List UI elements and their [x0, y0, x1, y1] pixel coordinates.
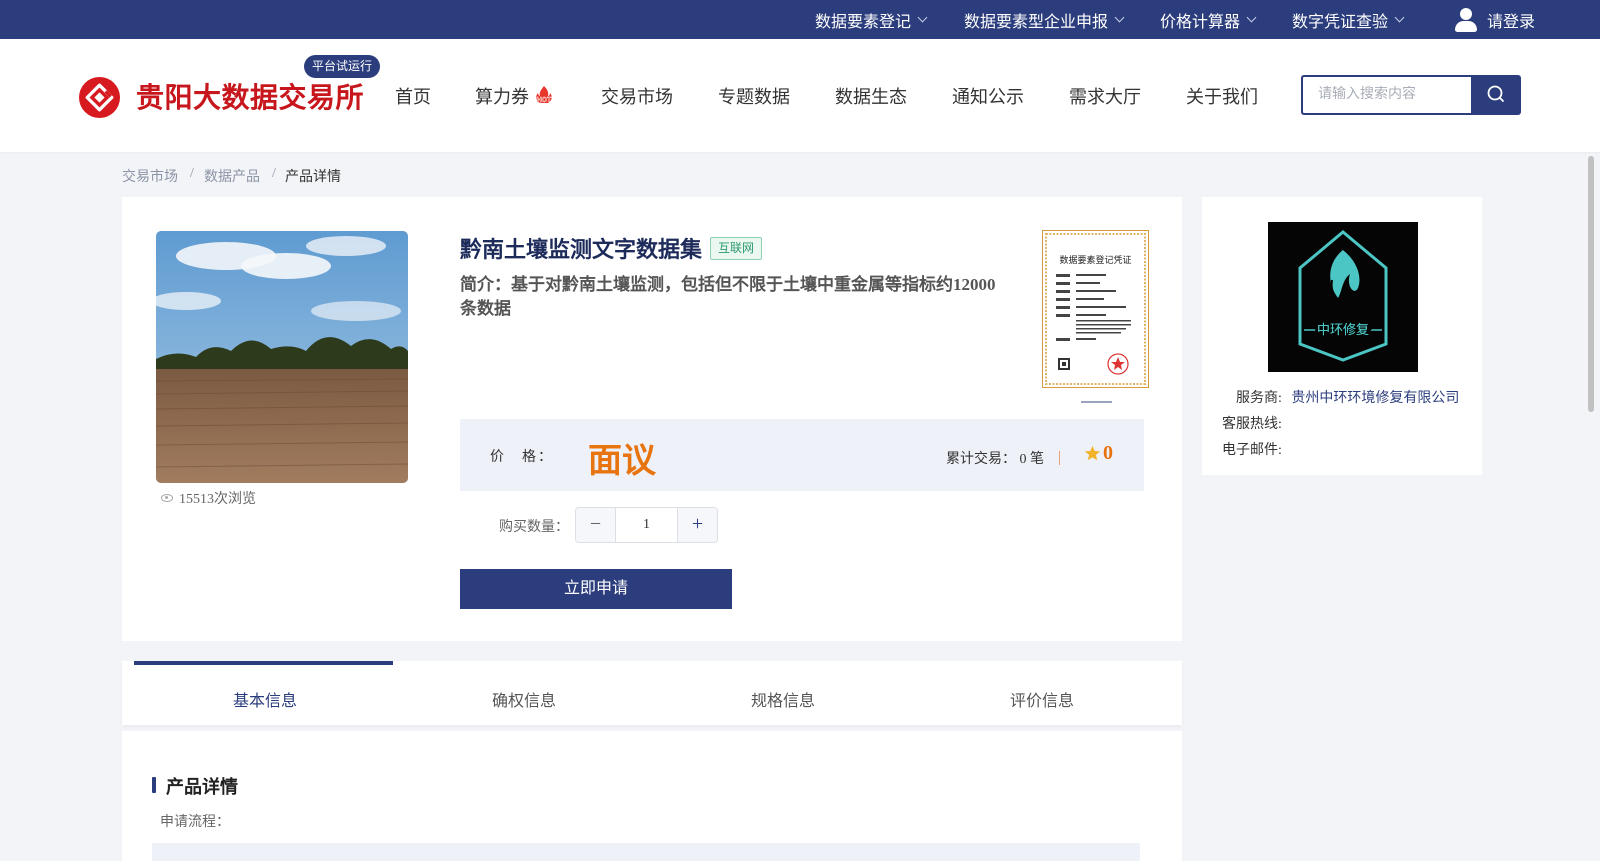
topbar-item-data-registration[interactable]: 数据要素登记 — [815, 0, 928, 39]
product-title: 黔南土壤监测文字数据集 — [460, 237, 703, 262]
login-link[interactable]: 请登录 — [1455, 0, 1535, 39]
nav-notices[interactable]: 通知公示 — [952, 83, 1024, 109]
view-count: 15513次浏览 — [161, 488, 256, 508]
view-count-label: 15513次浏览 — [179, 492, 256, 507]
topbar-item-label: 数据要素型企业申报 — [964, 13, 1109, 31]
tab-rights-info[interactable]: 确权信息 — [492, 687, 556, 711]
trade-count-label: 累计交易： — [946, 452, 1016, 467]
eye-icon — [161, 494, 173, 502]
hotline-row: 客服热线: — [1222, 413, 1282, 433]
nav-compute-voucher[interactable]: 算力券 — [475, 83, 529, 109]
breadcrumb-separator: / — [272, 166, 276, 181]
price-value: 面议 — [588, 443, 656, 480]
nav-home[interactable]: 首页 — [395, 83, 431, 109]
price-label: 价 格： — [490, 450, 554, 465]
section-title: 产品详情 — [166, 777, 238, 797]
chevron-down-icon — [1114, 12, 1125, 23]
rating-value: 0 — [1103, 442, 1113, 464]
search-button[interactable] — [1471, 75, 1521, 115]
quantity-input[interactable]: 1 — [616, 508, 677, 542]
nav-topic-data[interactable]: 专题数据 — [718, 83, 790, 109]
hot-badge-label: HOT — [537, 97, 553, 104]
tab-review-info[interactable]: 评价信息 — [1010, 687, 1074, 711]
star-icon — [1084, 445, 1101, 461]
site-header: 贵阳大数据交易所 平台试运行 首页 算力券 HOT 交易市场 专题数据 数据生态… — [0, 39, 1600, 152]
breadcrumb-separator: / — [190, 166, 194, 181]
hotline-label: 客服热线: — [1222, 417, 1282, 432]
topbar-item-label: 价格计算器 — [1160, 13, 1241, 31]
increase-button[interactable]: + — [677, 508, 717, 542]
topbar-item-label: 数字凭证查验 — [1292, 13, 1389, 31]
trade-count: 累计交易： 0 笔 — [946, 448, 1044, 468]
registration-certificate-image[interactable]: 数据要素登记凭证 — [1042, 230, 1149, 388]
topbar-item-price-calculator[interactable]: 价格计算器 — [1160, 0, 1257, 39]
logo-icon[interactable] — [79, 77, 120, 118]
breadcrumb-data-products[interactable]: 数据产品 — [204, 166, 260, 186]
chevron-down-icon — [1246, 12, 1257, 23]
trial-badge: 平台试运行 — [304, 55, 381, 78]
topbar-item-enterprise-declaration[interactable]: 数据要素型企业申报 — [964, 0, 1125, 39]
certificate-title: 数据要素登记凭证 — [1059, 254, 1131, 265]
tab-basic-info[interactable]: 基本信息 — [233, 687, 297, 711]
provider-name-row: 服务商: 贵州中环环境修复有限公司 — [1236, 387, 1459, 407]
section-marker — [152, 777, 156, 793]
breadcrumb-product-detail: 产品详情 — [285, 170, 341, 185]
product-detail-section — [122, 731, 1182, 861]
login-label: 请登录 — [1487, 13, 1536, 31]
decrease-button[interactable]: − — [576, 508, 616, 542]
quantity-label: 购买数量： — [499, 520, 569, 535]
email-row: 电子邮件: — [1222, 439, 1282, 459]
nav-data-ecosystem[interactable]: 数据生态 — [835, 83, 907, 109]
process-table — [152, 843, 1140, 861]
logo-text[interactable]: 贵阳大数据交易所 — [136, 76, 364, 116]
user-icon — [1455, 7, 1477, 32]
category-tag: 互联网 — [710, 237, 763, 260]
page-scrollbar[interactable] — [1588, 156, 1594, 412]
section-subtitle: 申请流程： — [160, 815, 230, 830]
provider-logo[interactable]: 中环修复 中环修复 — [1268, 222, 1418, 372]
email-label: 电子邮件: — [1222, 443, 1282, 458]
trade-count-unit: 笔 — [1030, 452, 1044, 467]
product-image — [156, 231, 408, 483]
tab-spec-info[interactable]: 规格信息 — [751, 687, 815, 711]
search-icon — [1487, 85, 1504, 102]
search-input[interactable] — [1301, 75, 1472, 115]
provider-name-link[interactable]: 贵州中环环境修复有限公司 — [1291, 391, 1459, 406]
nav-about-us[interactable]: 关于我们 — [1186, 83, 1258, 109]
apply-button[interactable]: 立即申请 — [460, 569, 732, 609]
provider-logo-text: 中环修复 — [1317, 322, 1369, 337]
topbar-item-certificate-check[interactable]: 数字凭证查验 — [1292, 0, 1405, 39]
trade-count-value: 0 — [1019, 452, 1027, 467]
chevron-down-icon — [917, 12, 928, 23]
chevron-down-icon — [1394, 12, 1405, 23]
active-tab-indicator — [134, 661, 393, 665]
nav-trading-market[interactable]: 交易市场 — [601, 83, 673, 109]
breadcrumb-trading-market[interactable]: 交易市场 — [122, 166, 178, 186]
certificate-indicator — [1081, 401, 1112, 403]
quantity-stepper: − 1 + — [575, 507, 718, 543]
nav-demand-hall[interactable]: 需求大厅 — [1069, 83, 1141, 109]
topbar-item-label: 数据要素登记 — [815, 13, 912, 31]
divider — [1059, 451, 1060, 465]
provider-label: 服务商: — [1236, 391, 1282, 406]
top-utility-bar: 数据要素登记 数据要素型企业申报 价格计算器 数字凭证查验 请登录 — [0, 0, 1600, 39]
hot-icon: HOT — [536, 86, 553, 104]
product-description: 简介：基于对黔南土壤监测，包括但不限于土壤中重金属等指标约12000条数据 — [460, 275, 996, 318]
